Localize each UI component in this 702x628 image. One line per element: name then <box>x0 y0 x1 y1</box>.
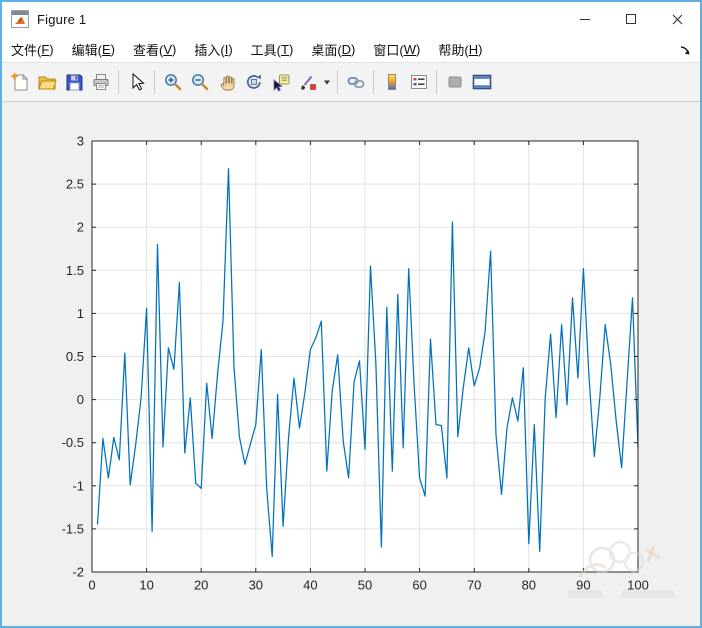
menu-bar: 文件(F) 编辑(E) 查看(V) 插入(I) 工具(T) 桌面(D) 窗口(W) 帮助(H) <box>2 36 700 63</box>
pan-hand-icon <box>220 75 235 91</box>
x-tick-label: 80 <box>522 578 536 593</box>
insert-colorbar-button[interactable] <box>378 68 405 96</box>
window-title: Figure 1 <box>37 11 87 27</box>
dock-figure-arrow-icon <box>680 45 689 54</box>
toolbar-separator <box>337 70 338 94</box>
brush-data-button[interactable] <box>294 68 321 96</box>
new-figure-button[interactable] <box>6 68 33 96</box>
x-tick-label: 10 <box>139 578 153 593</box>
pan-button[interactable] <box>213 68 240 96</box>
maximize-button[interactable] <box>608 2 654 36</box>
toolbar-separator <box>373 70 374 94</box>
menu-item-e[interactable]: 编辑(E) <box>63 36 124 62</box>
figure-window: Figure 1 文件(F) 编辑(E) 查看(V) 插入(I) 工具(T) 桌面(D) 窗… <box>0 0 702 628</box>
x-tick-label: 40 <box>303 578 317 593</box>
rotate-3d-button[interactable] <box>240 68 267 96</box>
zoom-out-icon <box>191 74 208 91</box>
y-tick-label: -1 <box>72 478 84 493</box>
figure-canvas: 0 10 20 30 40 50 60 70 80 90 100 -2 -1.5 -1 -0.5 0 0.5 1 1… <box>2 102 700 627</box>
dock-figure-button[interactable] <box>676 40 694 58</box>
matlab-figure-icon <box>11 10 29 28</box>
menu-item-w[interactable]: 窗口(W) <box>364 36 429 62</box>
y-tick-label: 0.5 <box>66 349 84 364</box>
open-file-button[interactable] <box>33 68 60 96</box>
x-tick-label: 0 <box>88 578 95 593</box>
axes-plot[interactable]: 0 10 20 30 40 50 60 70 80 90 100 -2 -1.5 -1 -0.5 0 0.5 1 1… <box>2 102 700 627</box>
y-tick-label: 1 <box>77 306 84 321</box>
toolbar-separator <box>436 70 437 94</box>
close-button[interactable] <box>654 2 700 36</box>
menu-item-f[interactable]: 文件(F) <box>2 36 63 62</box>
legend-icon <box>410 75 427 89</box>
show-plot-tools-icon <box>472 74 491 90</box>
data-cursor-button[interactable] <box>267 68 294 96</box>
y-tick-label: -1.5 <box>62 521 84 536</box>
new-figure-icon <box>9 72 28 91</box>
save-figure-button[interactable] <box>60 68 87 96</box>
menu-item-t[interactable]: 工具(T) <box>242 36 303 62</box>
zoom-out-button[interactable] <box>186 68 213 96</box>
hide-plot-tools-button[interactable] <box>441 68 468 96</box>
menu-item-h[interactable]: 帮助(H) <box>429 36 491 62</box>
y-tick-label: 2.5 <box>66 177 84 192</box>
hide-plot-tools-icon <box>448 76 461 88</box>
y-tick-label: 0 <box>77 392 84 407</box>
rotate-3d-icon <box>246 74 261 89</box>
arrow-cursor-icon <box>132 72 145 91</box>
y-tick-label: -2 <box>72 565 84 580</box>
x-tick-label: 100 <box>627 578 649 593</box>
dropdown-arrow-icon <box>324 80 330 85</box>
zoom-in-icon <box>164 74 181 91</box>
y-tick-label: -0.5 <box>62 435 84 450</box>
x-tick-label: 50 <box>358 578 372 593</box>
show-plot-tools-button[interactable] <box>468 68 495 96</box>
minimize-button[interactable] <box>562 2 608 36</box>
y-tick-label: 2 <box>77 220 84 235</box>
open-folder-icon <box>37 76 57 90</box>
x-tick-label: 30 <box>249 578 263 593</box>
x-tick-label: 20 <box>194 578 208 593</box>
title-bar: Figure 1 <box>2 2 700 36</box>
brush-dropdown-button[interactable] <box>321 68 333 96</box>
brush-icon <box>300 75 316 90</box>
save-floppy-icon <box>66 74 82 91</box>
window-controls <box>562 2 700 36</box>
x-tick-label: 70 <box>467 578 481 593</box>
zoom-in-button[interactable] <box>159 68 186 96</box>
print-figure-button[interactable] <box>87 68 114 96</box>
link-chain-icon <box>347 77 364 88</box>
printer-icon <box>93 74 108 90</box>
figure-toolbar <box>2 63 700 102</box>
colorbar-icon <box>387 74 396 90</box>
x-tick-label: 60 <box>412 578 426 593</box>
x-tick-label: 90 <box>576 578 590 593</box>
menu-item-i[interactable]: 插入(I) <box>185 36 241 62</box>
insert-legend-button[interactable] <box>405 68 432 96</box>
menu-item-v[interactable]: 查看(V) <box>124 36 185 62</box>
y-tick-label: 3 <box>77 134 84 149</box>
edit-plot-button[interactable] <box>123 68 150 96</box>
link-plot-button[interactable] <box>342 68 369 96</box>
data-cursor-icon <box>273 74 289 92</box>
toolbar-separator <box>154 70 155 94</box>
y-tick-label: 1.5 <box>66 263 84 278</box>
toolbar-separator <box>118 70 119 94</box>
menu-item-d[interactable]: 桌面(D) <box>302 36 364 62</box>
